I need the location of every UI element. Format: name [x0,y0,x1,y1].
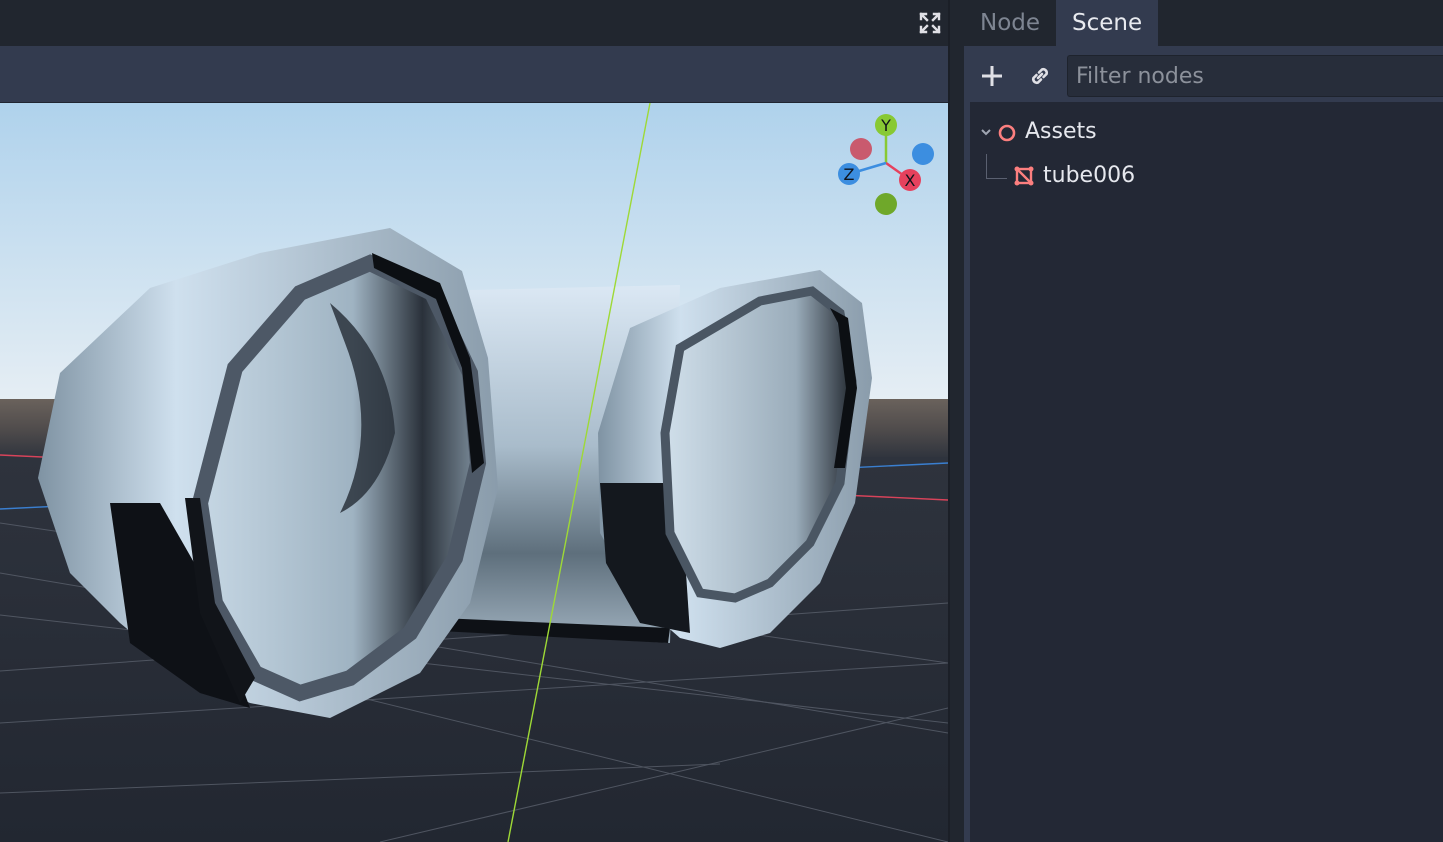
viewport-scene: Y X Z [0,103,948,842]
tree-item-label: tube006 [1043,163,1136,188]
tree-item-label: Assets [1025,119,1097,144]
plus-icon [982,66,1002,86]
gizmo-x-label: X [905,171,916,190]
tab-scene[interactable]: Scene [1056,0,1159,46]
scene-panel: Assets tube006 [964,46,1443,842]
gizmo-z-label: Z [844,165,855,184]
link-icon [1031,67,1049,85]
tree-item-tube006[interactable]: tube006 [970,156,1443,196]
mesh-instance-icon [1014,166,1034,186]
viewport-toolbar [0,46,950,102]
filter-nodes-input[interactable] [1067,55,1443,97]
tab-node[interactable]: Node [964,0,1056,46]
tree-item-assets[interactable]: Assets [970,112,1443,152]
scene-dock: Node Scene Filter nodes Assets tube006 [950,0,1443,842]
editor-top-bar [0,0,950,46]
fullscreen-icon [919,12,941,34]
3d-viewport[interactable]: Y X Z [0,103,948,842]
chevron-down-icon[interactable] [980,126,992,138]
add-node-button[interactable] [978,60,1006,92]
gizmo-y-label: Y [880,116,891,135]
dock-tab-bar: Node Scene [964,0,1159,46]
instance-scene-button[interactable] [1025,60,1055,92]
scene-tree: Assets tube006 [970,102,1443,842]
node3d-icon [998,124,1016,142]
fullscreen-button[interactable] [914,8,946,38]
